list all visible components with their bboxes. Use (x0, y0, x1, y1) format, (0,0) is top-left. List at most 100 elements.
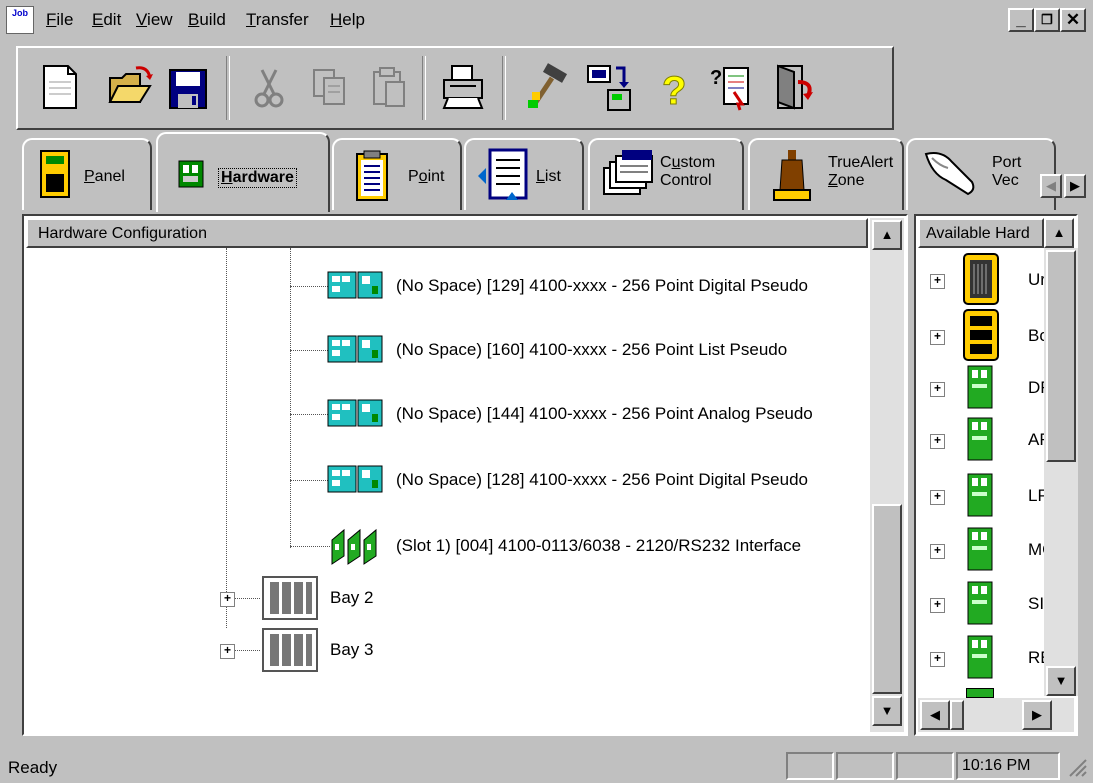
available-item-label[interactable]: DF (1028, 378, 1044, 398)
tab-point[interactable]: Point (332, 138, 462, 210)
available-item-label[interactable]: MC (1028, 540, 1044, 560)
hardware-configuration-header[interactable]: Hardware Configuration (26, 218, 868, 248)
menu-view[interactable]: View (136, 10, 173, 30)
avail-scroll-right-button[interactable]: ▶ (1022, 700, 1052, 730)
cut-scissors-icon[interactable] (244, 62, 294, 112)
avail-scroll-down-button[interactable]: ▼ (1046, 666, 1076, 696)
available-item-label[interactable]: SI( (1028, 594, 1044, 614)
available-item-expander[interactable]: + (930, 274, 945, 289)
menu-view-label: V (136, 10, 148, 29)
card-icon (966, 580, 996, 631)
tree-connector-line (226, 248, 227, 628)
copy-icon[interactable] (304, 62, 354, 112)
menu-transfer-label: T (246, 10, 256, 29)
available-item-expander[interactable]: + (930, 544, 945, 559)
pseudo-card-icon (326, 462, 386, 496)
tree-node-label[interactable]: (No Space) [160] 4100-xxxx - 256 Point L… (396, 340, 787, 360)
avail-scroll-up-button[interactable]: ▲ (1044, 218, 1074, 248)
menu-file-label-rest: ile (56, 10, 74, 29)
available-item-label[interactable]: Bo (1028, 326, 1044, 346)
context-help-icon[interactable]: ? (708, 62, 758, 112)
paste-icon[interactable] (364, 62, 414, 112)
available-item-expander[interactable]: + (930, 598, 945, 613)
tab-port-vector-label: Port Vec (992, 154, 1022, 189)
svg-text:?: ? (662, 69, 686, 112)
tab-panel[interactable]: Panel (22, 138, 152, 210)
available-item-expander[interactable]: + (930, 434, 945, 449)
tree-node-label[interactable]: (No Space) [129] 4100-xxxx - 256 Point D… (396, 276, 808, 296)
toolbar-separator (226, 56, 230, 120)
restore-button[interactable]: ❐ (1034, 8, 1060, 32)
tab-hardware[interactable]: Hardware (156, 132, 330, 212)
status-panel (836, 752, 894, 780)
scroll-down-button[interactable]: ▼ (872, 696, 902, 726)
toolbar-separator (422, 56, 426, 120)
menu-build[interactable]: Build (188, 10, 226, 30)
bay-2-label[interactable]: Bay 2 (330, 588, 373, 608)
menu-help[interactable]: Help (330, 10, 365, 30)
avail-hscroll-thumb[interactable] (950, 700, 964, 730)
tree-vertical-scrollbar[interactable]: ▲ ▼ (870, 218, 904, 732)
exit-door-icon[interactable] (768, 62, 818, 112)
card-icon (966, 634, 996, 685)
tree-connector-line (290, 414, 330, 415)
available-hardware-pane: Available Hard ▲ + Ur + Bo + DF + AF + L… (914, 214, 1078, 736)
transfer-icon[interactable] (584, 62, 634, 112)
menu-build-label-rest: uild (199, 10, 226, 29)
available-item-label[interactable]: RE (1028, 648, 1044, 668)
new-document-icon[interactable] (34, 62, 84, 112)
available-item-label[interactable]: AF (1028, 430, 1044, 450)
card-icon (966, 364, 996, 415)
toolbar-separator (502, 56, 506, 120)
tree-node-label[interactable]: (Slot 1) [004] 4100-0113/6038 - 2120/RS2… (396, 536, 801, 556)
menu-transfer-label-rest: ransfer (255, 10, 309, 29)
menu-file[interactable]: File (46, 10, 73, 30)
available-item-label[interactable]: Ur (1028, 270, 1044, 290)
status-text: Ready (8, 758, 58, 777)
save-disk-icon[interactable] (162, 62, 212, 112)
open-folder-icon[interactable] (106, 62, 156, 112)
app-icon[interactable]: Job (6, 6, 34, 34)
resize-grip-icon[interactable] (1066, 756, 1088, 783)
bay-3-label[interactable]: Bay 3 (330, 640, 373, 660)
scroll-up-button[interactable]: ▲ (872, 220, 902, 250)
bay-3-expander[interactable]: + (220, 644, 235, 659)
panel-unit-icon (962, 252, 1002, 311)
tab-custom-control[interactable]: Custom Control (588, 138, 744, 210)
tree-node-label[interactable]: (No Space) [128] 4100-xxxx - 256 Point D… (396, 470, 808, 490)
close-button[interactable]: ✕ (1060, 8, 1086, 32)
available-item-expander[interactable]: + (930, 652, 945, 667)
tab-panel-label: Panel (84, 168, 125, 185)
tree-node-label[interactable]: (No Space) [144] 4100-xxxx - 256 Point A… (396, 404, 813, 424)
minimize-button[interactable]: _ (1008, 8, 1034, 32)
scroll-thumb[interactable] (872, 504, 902, 694)
help-question-icon[interactable]: ? (648, 62, 698, 114)
avail-scroll-thumb[interactable] (1046, 250, 1076, 462)
available-hardware-header[interactable]: Available Hard (918, 218, 1044, 248)
tree-connector-line (290, 546, 330, 547)
tab-scroll-left-button[interactable]: ◀ (1040, 174, 1062, 198)
menu-transfer[interactable]: Transfer (246, 10, 309, 30)
tab-list[interactable]: List (464, 138, 584, 210)
tab-truealert-zone-label: TrueAlert Zone (828, 154, 894, 189)
card-icon (966, 688, 994, 698)
available-vertical-scrollbar[interactable]: ▼ (1044, 248, 1078, 696)
tab-scroll-right-button[interactable]: ▶ (1064, 174, 1086, 198)
tab-custom-control-label: Custom Control (660, 154, 716, 189)
available-item-expander[interactable]: + (930, 330, 945, 345)
tab-port-vector[interactable]: Port Vec (906, 138, 1056, 210)
tab-truealert-zone[interactable]: TrueAlert Zone (748, 138, 904, 210)
available-horizontal-scrollbar[interactable]: ◀ ▶ (918, 698, 1074, 732)
print-icon[interactable] (438, 62, 488, 112)
build-hammer-icon[interactable] (524, 62, 574, 112)
status-clock: 10:16 PM (956, 752, 1060, 780)
available-item-label[interactable]: LP (1028, 486, 1044, 506)
available-item-expander[interactable]: + (930, 382, 945, 397)
menu-edit[interactable]: Edit (92, 10, 121, 30)
bay-2-expander[interactable]: + (220, 592, 235, 607)
avail-scroll-left-button[interactable]: ◀ (920, 700, 950, 730)
available-item-expander[interactable]: + (930, 490, 945, 505)
box-icon (962, 308, 1002, 367)
status-panel (896, 752, 954, 780)
tree-header-label: Hardware Configuration (38, 225, 207, 242)
